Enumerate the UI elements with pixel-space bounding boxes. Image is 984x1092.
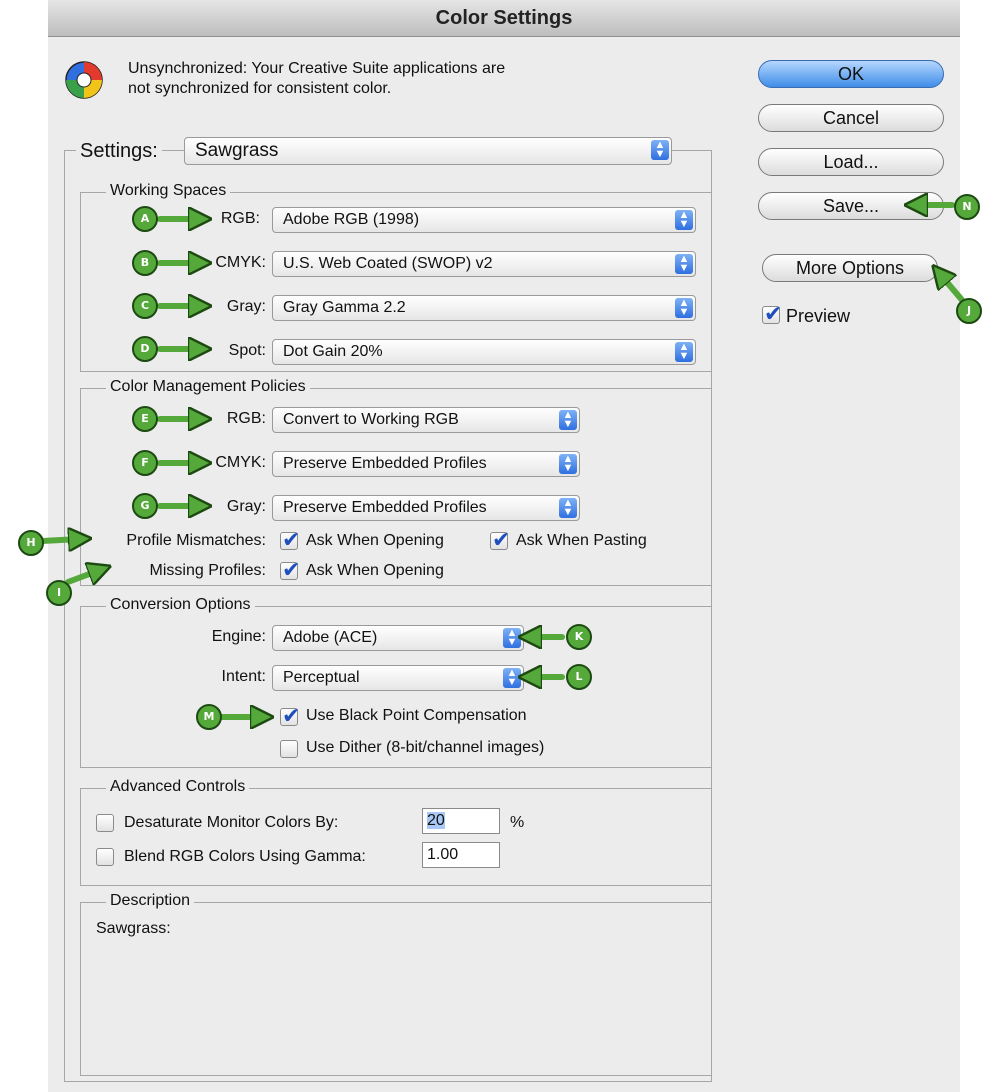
callout-c: C [132, 293, 158, 319]
callout-arrow-j [940, 274, 965, 303]
callout-m: M [196, 704, 222, 730]
callout-f: F [132, 450, 158, 476]
callout-l: L [566, 664, 592, 690]
callout-e: E [132, 406, 158, 432]
callout-k: K [566, 624, 592, 650]
callout-arrow-i [65, 570, 100, 582]
callout-g: G [132, 493, 158, 519]
callout-a: A [132, 206, 158, 232]
callout-b: B [132, 250, 158, 276]
callout-i: I [46, 580, 72, 606]
callout-j: J [956, 298, 982, 324]
callout-h: H [18, 530, 44, 556]
callout-arrow-h [39, 539, 80, 541]
callout-n: N [954, 194, 980, 220]
callout-d: D [132, 336, 158, 362]
callout-arrows [39, 0, 965, 1092]
